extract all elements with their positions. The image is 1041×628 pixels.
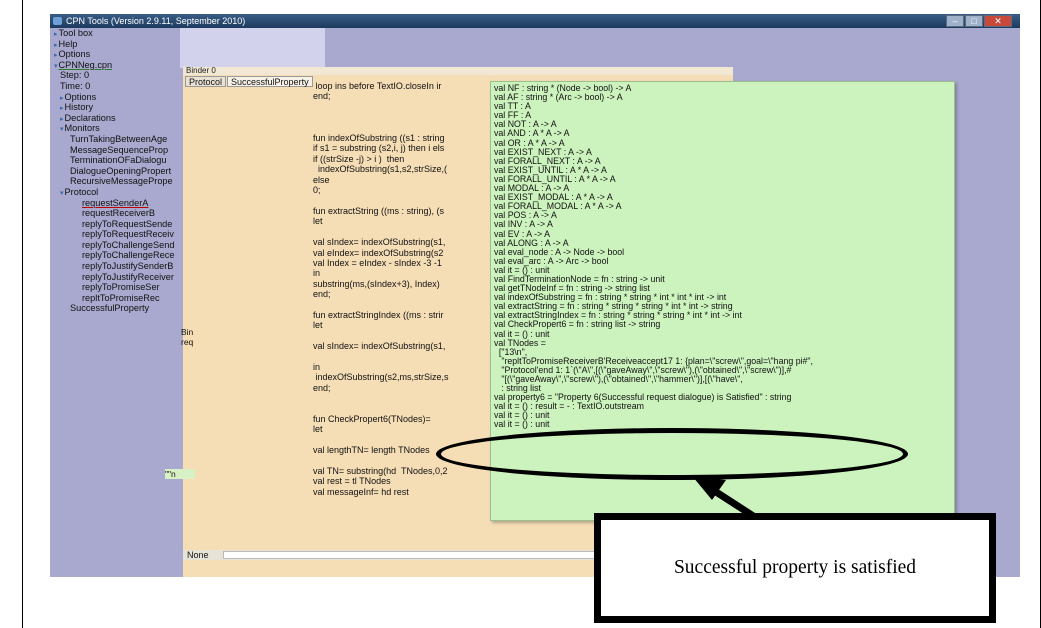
annotation-box: Successful property is satisfied: [594, 513, 996, 623]
annotation-text: Successful property is satisfied: [673, 557, 917, 578]
